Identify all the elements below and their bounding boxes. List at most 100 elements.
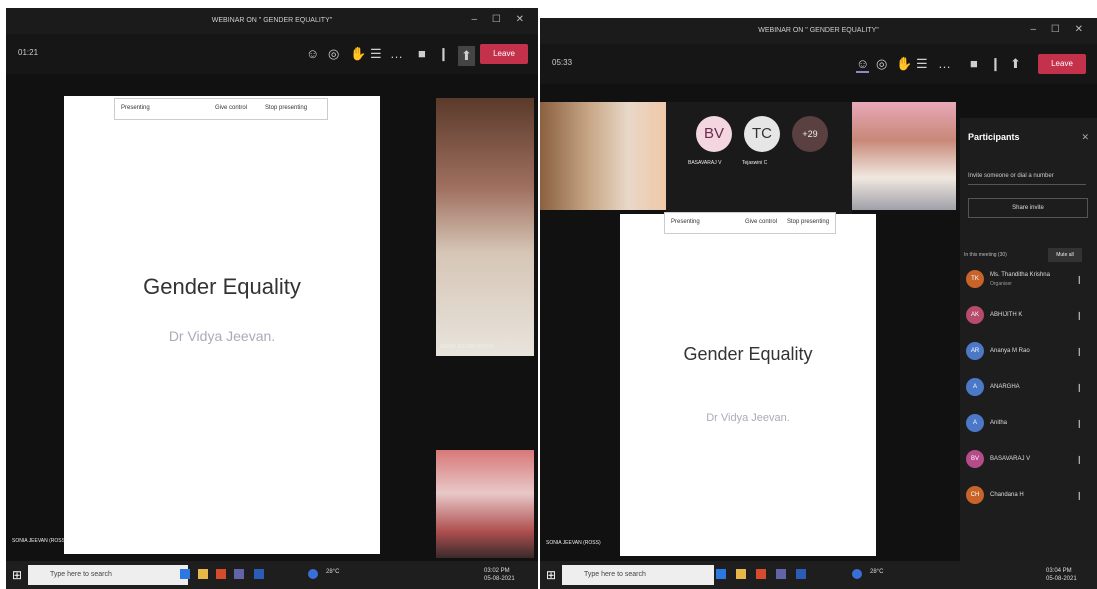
right-clock: 03:04 PM 05-08-2021 xyxy=(1046,567,1077,583)
taskbar-search-input[interactable]: Type here to search xyxy=(28,565,188,585)
task-view-icon[interactable] xyxy=(180,569,190,579)
left-sharing-bar: Presenting Give control Stop presenting xyxy=(114,98,328,120)
invite-input[interactable]: Invite someone or dial a number xyxy=(968,168,1086,185)
participant-avatar: CH xyxy=(966,486,984,504)
share-invite-button[interactable]: Share invite xyxy=(968,198,1088,218)
share-icon[interactable]: ⬆ xyxy=(458,46,475,66)
word-icon[interactable] xyxy=(254,569,264,579)
reactions-icon[interactable]: ✋ xyxy=(350,46,366,62)
taskbar-search-input[interactable]: Type here to search xyxy=(562,565,714,585)
right-meeting-window: WEBINAR ON " GENDER EQUALITY" – ☐ ✕ 05:3… xyxy=(540,18,1097,589)
windows-start-icon[interactable]: ⊞ xyxy=(546,568,556,582)
participant-item[interactable]: A ANARGHA ❙ xyxy=(966,378,1090,400)
participant-mic-icon: ❙ xyxy=(1076,311,1083,320)
participant-item[interactable]: AR Ananya M Rao ❙ xyxy=(966,342,1090,364)
window-controls[interactable]: – ☐ ✕ xyxy=(472,14,530,25)
mic-icon[interactable]: ❙ xyxy=(990,56,1001,72)
task-view-icon[interactable] xyxy=(716,569,726,579)
self-video-tile[interactable] xyxy=(436,450,534,558)
file-explorer-icon[interactable] xyxy=(736,569,746,579)
teams-icon[interactable] xyxy=(234,569,244,579)
weather-text: 28°C xyxy=(326,569,340,575)
camera-icon[interactable]: ■ xyxy=(970,56,978,71)
chat-icon[interactable]: ◎ xyxy=(328,46,339,62)
participant-avatar: A xyxy=(966,414,984,432)
slide-subtitle: Dr Vidya Jeevan. xyxy=(168,328,276,344)
avatar-strip: BV BASAVARAJ V TC Tejaswini C +29 xyxy=(666,102,852,216)
right-time: 03:04 PM xyxy=(1046,568,1072,574)
video-name-label: SONIA JEEVAN (ROSS) xyxy=(440,344,495,350)
window-controls[interactable]: – ☐ ✕ xyxy=(1031,24,1089,35)
more-icon[interactable]: … xyxy=(390,46,403,61)
leave-button[interactable]: Leave xyxy=(1038,54,1086,74)
avatar-overflow-count[interactable]: +29 xyxy=(792,116,828,152)
mic-icon[interactable]: ❙ xyxy=(438,46,449,62)
word-icon[interactable] xyxy=(796,569,806,579)
left-taskbar: ⊞ Type here to search 28°C 03:02 PM 05-0… xyxy=(6,561,538,589)
left-date: 05-08-2021 xyxy=(484,576,515,582)
left-meeting-timer: 01:21 xyxy=(18,48,39,57)
participant-video-tile-1[interactable] xyxy=(540,102,666,210)
right-sharing-bar: Presenting Give control Stop presenting xyxy=(664,212,836,234)
avatar-tc-name: Tejaswini C xyxy=(742,160,768,166)
left-clock: 03:02 PM 05-08-2021 xyxy=(484,567,515,583)
right-window-title: WEBINAR ON " GENDER EQUALITY" xyxy=(758,27,879,34)
avatar-tc[interactable]: TC xyxy=(744,116,780,152)
participant-item[interactable]: TK Ms. Thanditha Krishna ❙ Organiser xyxy=(966,270,1090,292)
participant-name: BASAVARAJ V xyxy=(990,456,1031,462)
edge-icon[interactable] xyxy=(852,569,862,579)
share-icon[interactable]: ⬆ xyxy=(1010,56,1021,72)
participant-video-tile[interactable]: SONIA JEEVAN (ROSS) xyxy=(436,98,534,356)
stop-presenting-button[interactable]: Stop presenting xyxy=(265,105,307,111)
participant-video-tile-2[interactable] xyxy=(852,102,956,210)
rooms-icon[interactable]: ☰ xyxy=(916,56,928,72)
close-panel-icon[interactable]: ✕ xyxy=(1081,132,1089,143)
participant-name: Chandana H xyxy=(990,492,1024,498)
give-control-button[interactable]: Give control xyxy=(215,105,247,111)
participant-name: ANARGHA xyxy=(990,384,1020,390)
chrome-icon[interactable] xyxy=(756,569,766,579)
participant-mic-icon: ❙ xyxy=(1076,347,1083,356)
participants-panel: Participants ✕ Invite someone or dial a … xyxy=(960,118,1097,561)
edge-icon[interactable] xyxy=(308,569,318,579)
windows-start-icon[interactable]: ⊞ xyxy=(12,568,22,582)
left-time: 03:02 PM xyxy=(484,568,510,574)
chrome-icon[interactable] xyxy=(216,569,226,579)
participant-mic-icon: ❙ xyxy=(1076,275,1083,284)
left-meeting-toolbar: 01:21 ☺ ◎ ✋ ☰ … ■ ❙ ⬆ Leave xyxy=(6,34,538,74)
leave-button[interactable]: Leave xyxy=(480,44,528,64)
teams-icon[interactable] xyxy=(776,569,786,579)
right-bottom-label: SONIA JEEVAN (ROSS) xyxy=(546,540,601,546)
participant-mic-icon: ❙ xyxy=(1076,491,1083,500)
mute-all-button[interactable]: Mute all xyxy=(1048,248,1082,262)
participant-item[interactable]: A Anitha ❙ xyxy=(966,414,1090,436)
file-explorer-icon[interactable] xyxy=(198,569,208,579)
people-icon[interactable]: ☺ xyxy=(306,46,319,61)
reactions-icon[interactable]: ✋ xyxy=(896,56,912,72)
right-title-bar: WEBINAR ON " GENDER EQUALITY" – ☐ ✕ xyxy=(540,18,1097,44)
participant-avatar: A xyxy=(966,378,984,396)
rooms-icon[interactable]: ☰ xyxy=(370,46,382,62)
right-meeting-toolbar: 05:33 ☺ ◎ ✋ ☰ … ■ ❙ ⬆ Leave xyxy=(540,44,1097,84)
give-control-button[interactable]: Give control xyxy=(745,219,777,225)
participant-name: Ms. Thanditha Krishna xyxy=(990,272,1050,278)
camera-icon[interactable]: ■ xyxy=(418,46,426,61)
meeting-section-header[interactable]: In this meeting (30) xyxy=(964,252,1007,258)
participant-item[interactable]: BV BASAVARAJ V ❙ xyxy=(966,450,1090,472)
people-icon[interactable]: ☺ xyxy=(856,56,870,73)
participant-avatar: AK xyxy=(966,306,984,324)
avatar-bv[interactable]: BV xyxy=(696,116,732,152)
participant-mic-icon: ❙ xyxy=(1076,383,1083,392)
presenting-label: Presenting xyxy=(671,219,700,225)
right-taskbar: ⊞ Type here to search 28°C 03:04 PM 05-0… xyxy=(540,561,1097,589)
right-meeting-timer: 05:33 xyxy=(552,58,573,67)
participant-item[interactable]: AK ABHIJITH K ❙ xyxy=(966,306,1090,328)
left-meeting-window: WEBINAR ON " GENDER EQUALITY" – ☐ ✕ 01:2… xyxy=(6,8,538,589)
participant-avatar: TK xyxy=(966,270,984,288)
participant-item[interactable]: CH Chandana H ❙ xyxy=(966,486,1090,508)
participant-name: ABHIJITH K xyxy=(990,312,1023,318)
chat-icon[interactable]: ◎ xyxy=(876,56,887,72)
participant-role: Organiser xyxy=(990,281,1012,287)
stop-presenting-button[interactable]: Stop presenting xyxy=(787,219,829,225)
more-icon[interactable]: … xyxy=(938,56,951,71)
